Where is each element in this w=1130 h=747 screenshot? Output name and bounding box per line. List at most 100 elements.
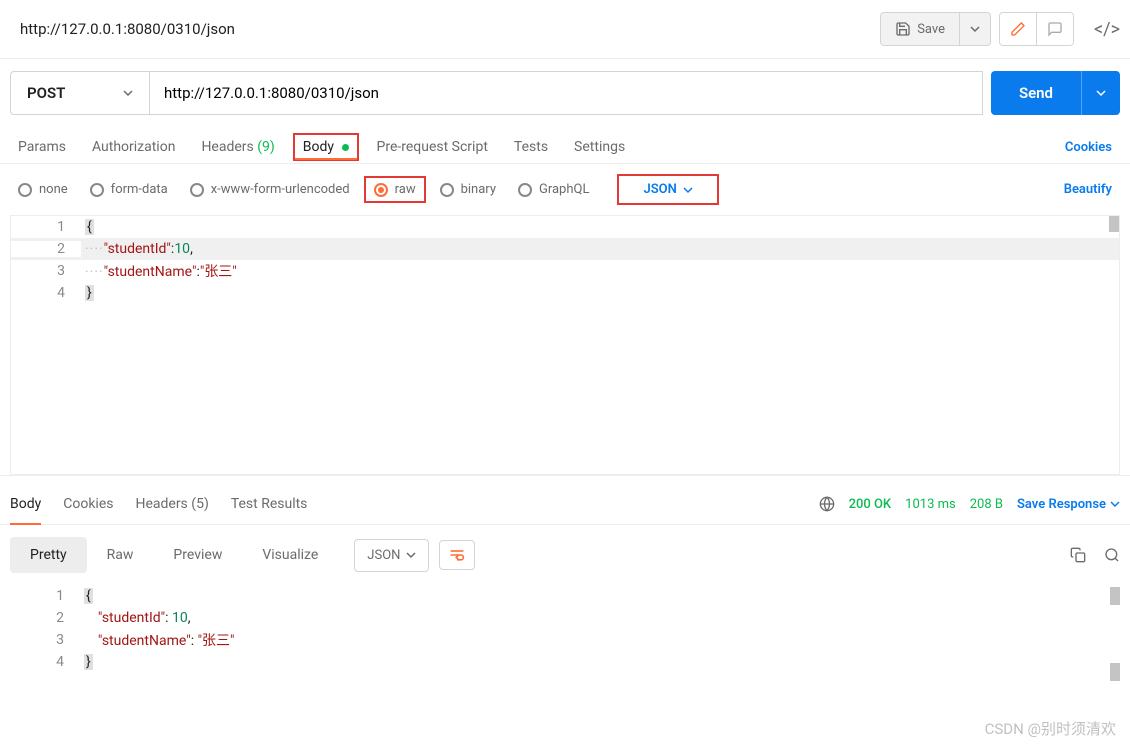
method-label: POST [27, 84, 65, 102]
tab-body-label: Body [303, 139, 334, 155]
method-select[interactable]: POST [10, 71, 150, 115]
request-tabs: Params Authorization Headers (9) Body Pr… [0, 115, 1130, 164]
json-number: 10 [174, 241, 190, 257]
tab-params[interactable]: Params [18, 131, 66, 163]
tab-tests[interactable]: Tests [514, 131, 548, 163]
radio-icon [440, 183, 454, 197]
tab-prerequest[interactable]: Pre-request Script [377, 131, 488, 163]
tab-headers[interactable]: Headers (9) [201, 131, 274, 163]
response-tabs: Body Cookies Headers (5) Test Results 20… [0, 475, 1130, 524]
body-type-row: none form-data x-www-form-urlencoded raw… [0, 164, 1130, 215]
save-dropdown[interactable] [959, 13, 990, 45]
send-group: Send [991, 71, 1120, 115]
chevron-down-icon [123, 88, 133, 98]
copy-icon[interactable] [1070, 547, 1086, 563]
radio-icon [374, 183, 388, 197]
send-button[interactable]: Send [991, 71, 1081, 115]
indent-dots: ···· [85, 241, 104, 257]
editor-scrollbar[interactable] [1110, 663, 1120, 681]
comma: , [190, 241, 193, 257]
radio-raw-label: raw [395, 182, 416, 197]
editor-scrollbar[interactable] [1109, 216, 1119, 232]
body-indicator-dot [342, 144, 349, 151]
chevron-down-icon [1110, 499, 1120, 509]
edit-button[interactable] [1000, 13, 1036, 45]
view-visualize[interactable]: Visualize [242, 537, 338, 573]
status-code: 200 OK [849, 497, 892, 512]
json-string: "张三" [200, 264, 237, 280]
radio-graphql-label: GraphQL [539, 182, 589, 197]
response-time: 1013 ms [905, 497, 956, 512]
radio-urlencoded[interactable]: x-www-form-urlencoded [190, 182, 350, 197]
resp-tab-headers[interactable]: Headers (5) [135, 490, 208, 518]
code-icon[interactable]: </> [1094, 19, 1120, 40]
radio-graphql[interactable]: GraphQL [518, 182, 589, 197]
indent-dots: ···· [85, 264, 104, 280]
save-button-group: Save [880, 12, 991, 46]
comma: , [188, 610, 191, 626]
save-button[interactable]: Save [881, 13, 959, 45]
code-brace: } [85, 285, 94, 301]
save-label: Save [917, 22, 945, 37]
code-brace: { [85, 219, 94, 235]
code-brace: } [84, 654, 93, 670]
radio-icon [518, 183, 532, 197]
radio-urlencoded-label: x-www-form-urlencoded [211, 182, 350, 197]
save-response-button[interactable]: Save Response [1017, 497, 1120, 512]
view-pretty[interactable]: Pretty [10, 537, 87, 573]
tab-headers-label: Headers [201, 139, 253, 155]
tab-headers-count: (9) [257, 139, 275, 155]
top-actions: Save </> [880, 12, 1120, 46]
body-format-label: JSON [643, 182, 676, 197]
tab-body[interactable]: Body [293, 133, 359, 161]
colon: : [191, 633, 198, 649]
json-key: "studentName" [104, 264, 197, 280]
json-string: "张三" [198, 633, 235, 649]
code-brace: { [84, 588, 93, 604]
request-tab-title: http://127.0.0.1:8080/0310/json [10, 12, 245, 46]
request-row: POST Send [0, 59, 1130, 115]
globe-icon[interactable] [819, 496, 835, 512]
beautify-link[interactable]: Beautify [1064, 182, 1112, 197]
json-number: 10 [172, 610, 188, 626]
chevron-down-icon [406, 550, 416, 560]
response-format-label: JSON [367, 548, 400, 563]
json-key: "studentId" [98, 610, 165, 626]
tab-settings[interactable]: Settings [574, 131, 625, 163]
editor-scrollbar[interactable] [1110, 587, 1120, 605]
search-icon[interactable] [1104, 547, 1120, 563]
radio-binary[interactable]: binary [440, 182, 496, 197]
watermark: CSDN @别时须清欢 [985, 718, 1116, 739]
view-preview[interactable]: Preview [153, 537, 242, 573]
cookies-link[interactable]: Cookies [1065, 132, 1112, 163]
json-key: "studentId" [104, 241, 171, 257]
tab-authorization[interactable]: Authorization [92, 131, 175, 163]
resp-headers-count: (5) [191, 496, 209, 512]
response-size: 208 B [970, 497, 1003, 512]
url-input[interactable] [150, 71, 983, 115]
save-icon [895, 21, 911, 37]
body-format-select[interactable]: JSON [617, 174, 718, 205]
response-meta: 200 OK 1013 ms 208 B Save Response [819, 496, 1120, 512]
send-dropdown[interactable] [1081, 71, 1120, 115]
wrap-lines-button[interactable] [439, 540, 475, 570]
radio-formdata[interactable]: form-data [90, 182, 168, 197]
resp-tab-body[interactable]: Body [10, 490, 41, 518]
comment-button[interactable] [1036, 13, 1073, 45]
radio-raw[interactable]: raw [364, 176, 426, 203]
request-body-editor[interactable]: 1{ 2····"studentId":10, 3····"studentNam… [10, 215, 1120, 475]
edit-comment-group [999, 12, 1074, 46]
response-body-editor[interactable]: 1{ 2 "studentId": 10, 3 "studentName": "… [10, 585, 1120, 693]
radio-icon [18, 183, 32, 197]
radio-none[interactable]: none [18, 182, 68, 197]
json-key: "studentName" [98, 633, 191, 649]
response-toolbar: Pretty Raw Preview Visualize JSON [0, 524, 1130, 585]
resp-headers-label: Headers [135, 496, 187, 512]
response-format-select[interactable]: JSON [354, 539, 429, 572]
resp-tab-testresults[interactable]: Test Results [231, 490, 308, 518]
resp-tab-cookies[interactable]: Cookies [63, 490, 113, 518]
save-response-label: Save Response [1017, 497, 1106, 512]
radio-icon [90, 183, 104, 197]
radio-binary-label: binary [461, 182, 496, 197]
view-raw[interactable]: Raw [87, 537, 154, 573]
